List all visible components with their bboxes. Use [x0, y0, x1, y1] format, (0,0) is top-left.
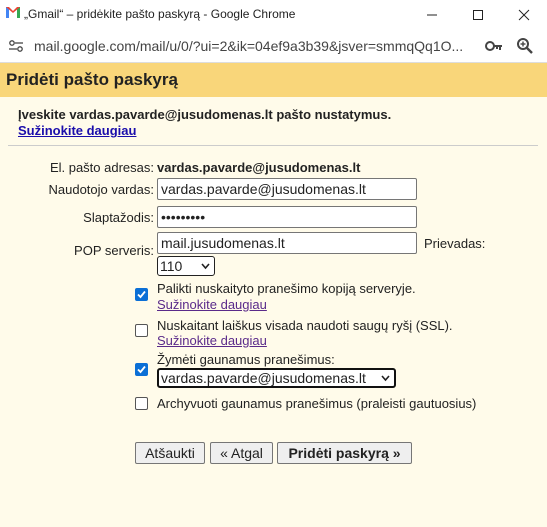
ssl-learn-more-link[interactable]: Sužinokite daugiau: [157, 333, 267, 348]
port-label: Prievadas:: [424, 236, 486, 251]
leave-copy-checkbox[interactable]: [135, 288, 148, 301]
minimize-icon: [427, 14, 437, 16]
window-titlebar: „Gmail“ – pridėkite pašto paskyrą - Goog…: [0, 0, 547, 30]
learn-more-link[interactable]: Sužinokite daugiau: [18, 123, 136, 138]
zoom-icon[interactable]: [516, 37, 534, 55]
ssl-label: Nuskaitant laiškus visada naudoti saugų …: [157, 318, 453, 333]
back-button[interactable]: « Atgal: [210, 442, 273, 464]
minimize-button[interactable]: [409, 0, 455, 30]
dialog-header: Pridėti pašto paskyrą: [0, 63, 547, 97]
gmail-icon: [6, 7, 20, 18]
maximize-icon: [473, 10, 483, 20]
page-title: Pridėti pašto paskyrą: [6, 70, 178, 89]
label-incoming-checkbox[interactable]: [135, 363, 148, 376]
address-bar[interactable]: mail.google.com/mail/u/0/?ui=2&ik=04ef9a…: [0, 30, 547, 63]
intro-text: Įveskite vardas.pavarde@jusudomenas.lt p…: [18, 107, 392, 122]
port-select-value: 110: [160, 258, 183, 274]
site-settings-icon[interactable]: [8, 39, 24, 53]
close-icon: [518, 9, 530, 21]
label-incoming-label: Žymėti gaunamus pranešimus:: [157, 352, 335, 367]
archive-label: Archyvuoti gaunamus pranešimus (praleist…: [157, 396, 477, 411]
leave-copy-learn-more-link[interactable]: Sužinokite daugiau: [157, 297, 267, 312]
chevron-down-icon: [201, 263, 210, 270]
window-title: „Gmail“ – pridėkite pašto paskyrą - Goog…: [24, 7, 296, 21]
cancel-button[interactable]: Atšaukti: [135, 442, 205, 464]
checkmark-icon: [137, 365, 146, 374]
ssl-checkbox[interactable]: [135, 324, 148, 337]
leave-copy-label: Palikti nuskaityto pranešimo kopiją serv…: [157, 281, 416, 296]
dialog-content: Pridėti pašto paskyrą Įveskite vardas.pa…: [0, 63, 547, 527]
key-icon[interactable]: [484, 38, 504, 54]
password-field[interactable]: •••••••••: [157, 206, 417, 228]
username-field[interactable]: [157, 178, 417, 200]
pop-server-label: POP serveris:: [74, 243, 154, 258]
divider: [8, 145, 538, 146]
label-select-value: vardas.pavarde@jusudomenas.lt: [161, 370, 366, 386]
password-label: Slaptažodis:: [83, 210, 154, 225]
close-button[interactable]: [501, 0, 547, 30]
add-account-button[interactable]: Pridėti paskyrą »: [277, 442, 412, 464]
checkmark-icon: [137, 290, 146, 299]
url-text[interactable]: mail.google.com/mail/u/0/?ui=2&ik=04ef9a…: [34, 38, 474, 54]
email-label: El. pašto adresas:: [49, 160, 154, 175]
username-label: Naudotojo vardas:: [48, 182, 154, 197]
archive-checkbox[interactable]: [135, 397, 148, 410]
port-select[interactable]: 110: [157, 256, 215, 276]
maximize-button[interactable]: [455, 0, 501, 30]
label-select[interactable]: vardas.pavarde@jusudomenas.lt: [157, 368, 396, 388]
pop-server-field[interactable]: [157, 232, 417, 254]
chevron-down-icon: [381, 375, 390, 382]
email-value: vardas.pavarde@jusudomenas.lt: [157, 160, 361, 175]
